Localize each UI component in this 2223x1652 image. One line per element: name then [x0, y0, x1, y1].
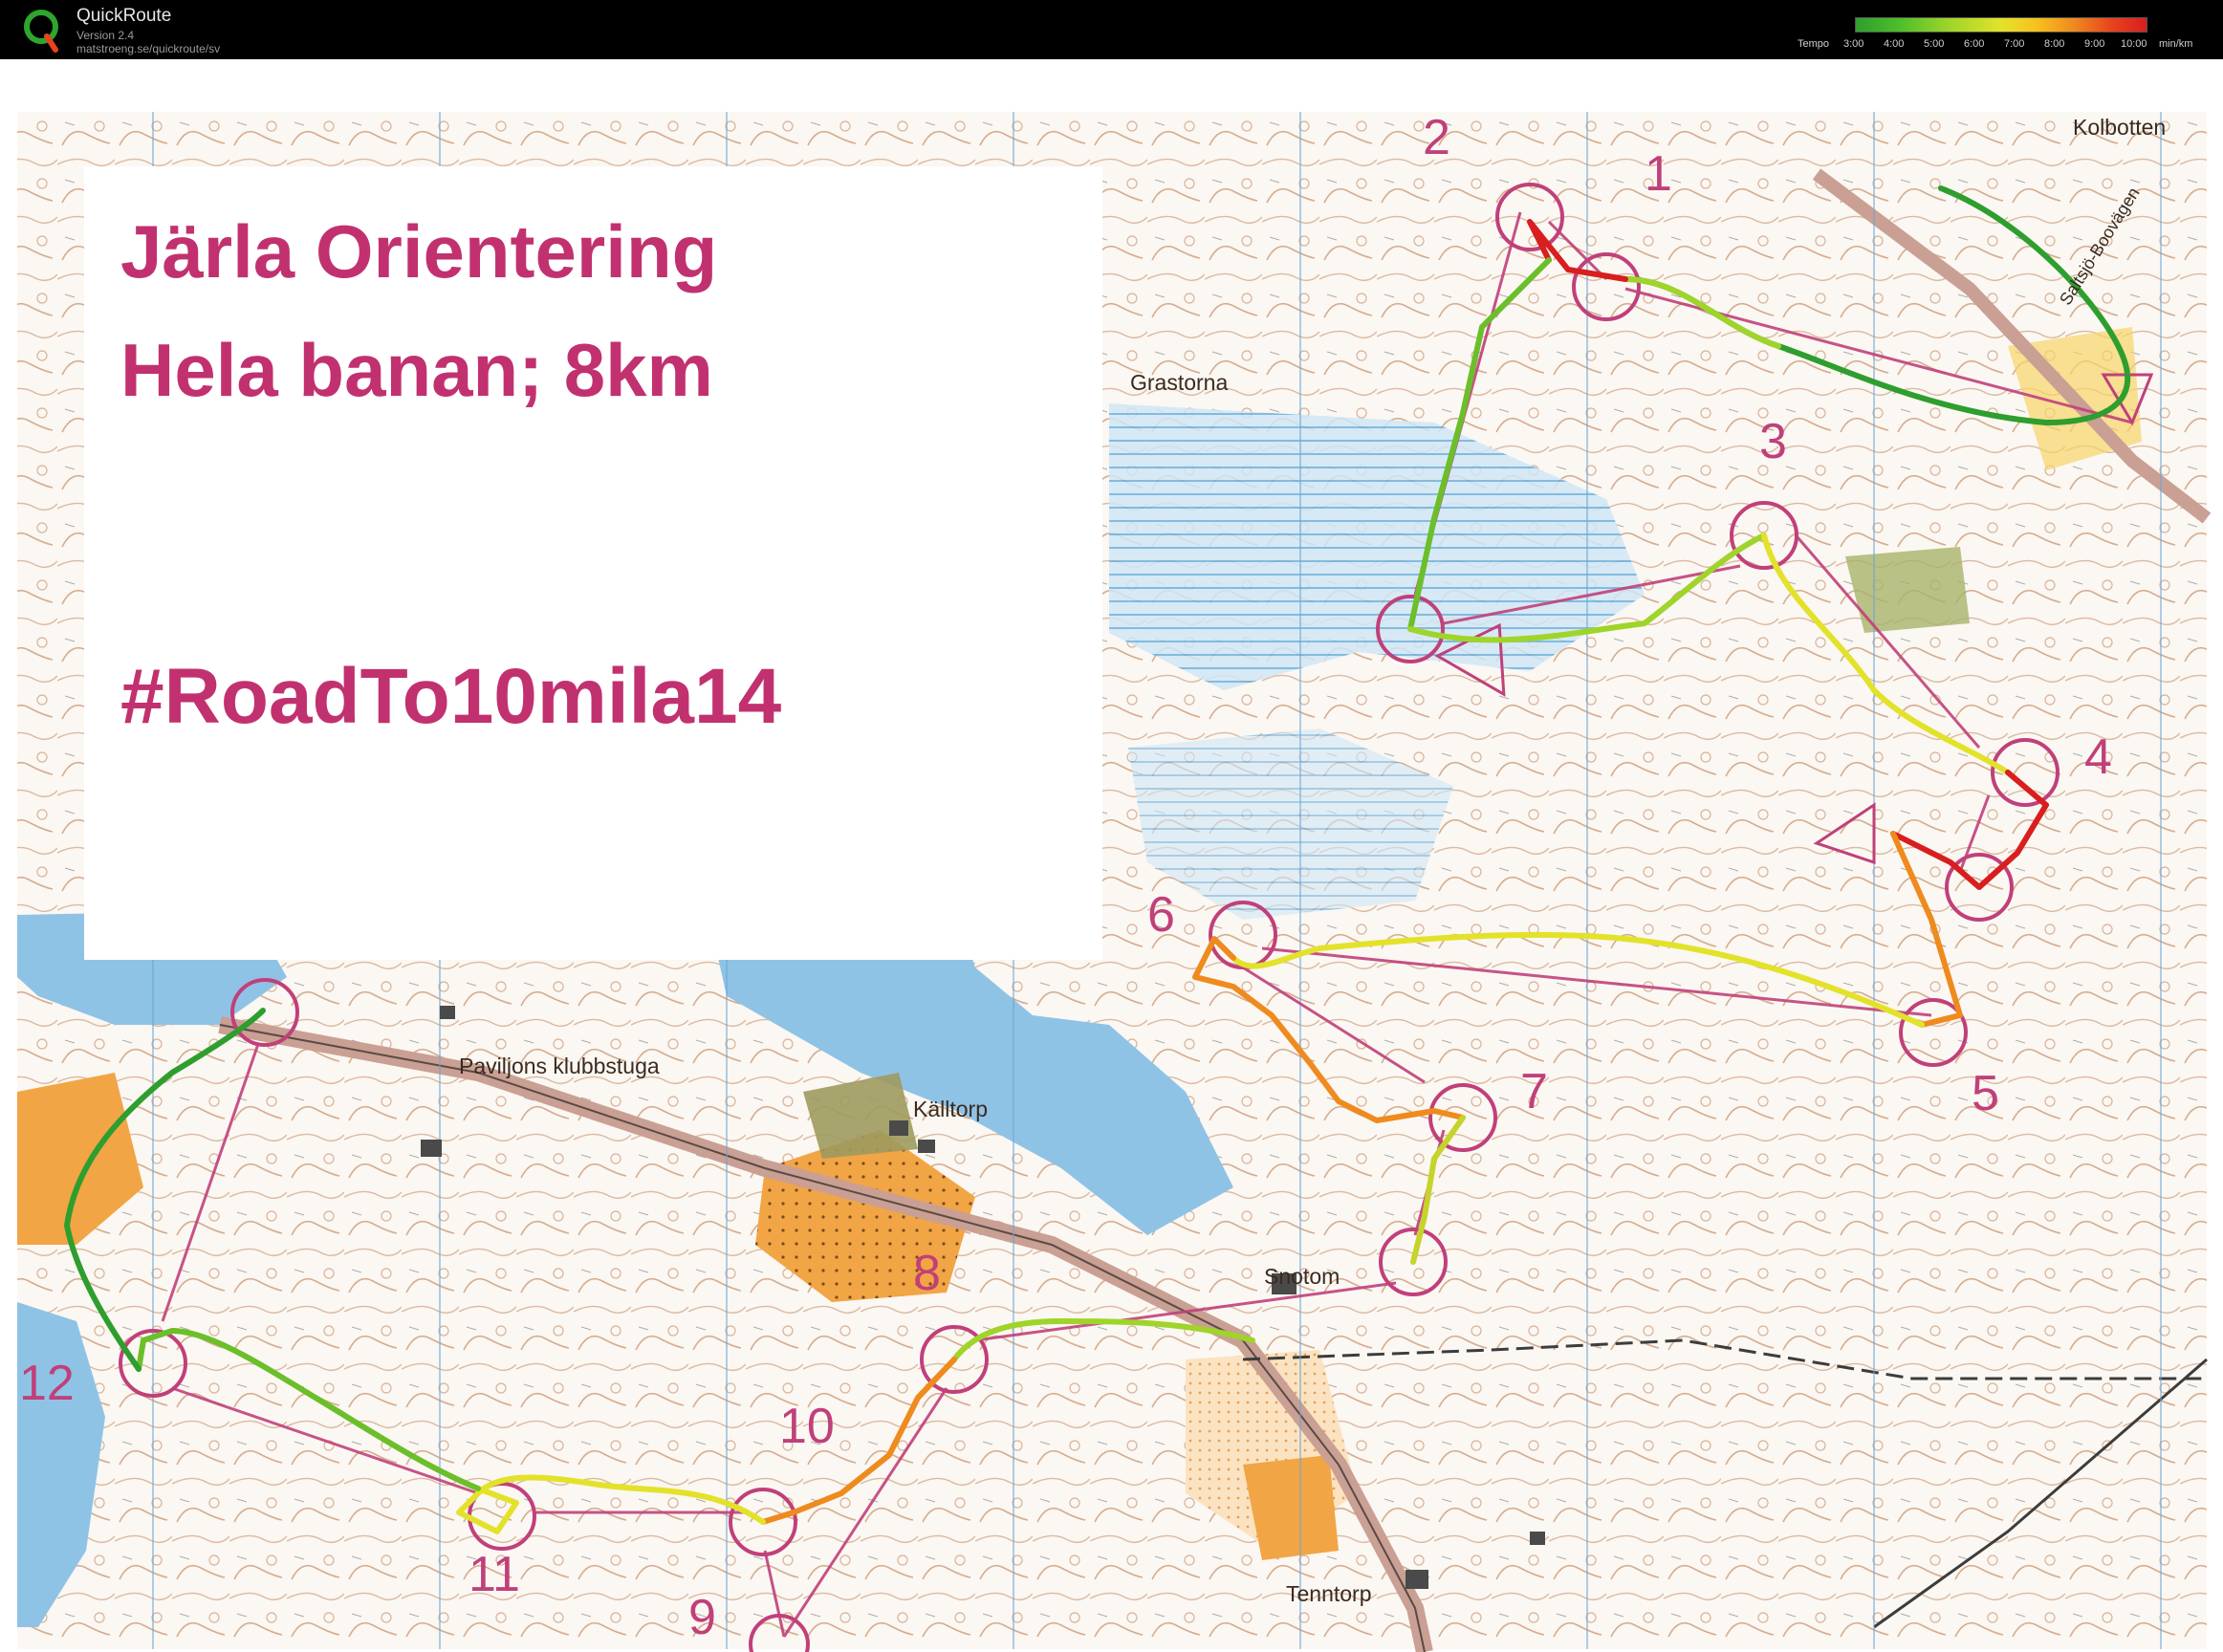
title-club: Järla Orientering	[120, 209, 718, 293]
tempo-tick: 3:00	[1843, 38, 1864, 50]
place-pavilion: Paviljons klubbstuga	[459, 1054, 660, 1078]
tempo-tick: 8:00	[2044, 38, 2065, 50]
place-kalltorp: Källtorp	[913, 1097, 988, 1121]
control-number-1: 1	[1645, 146, 1672, 202]
control-number-3: 3	[1759, 414, 1787, 469]
control-number-9: 9	[688, 1590, 716, 1645]
control-number-12: 12	[19, 1356, 75, 1411]
app-name: QuickRoute	[76, 6, 172, 26]
tempo-tick: 10:00	[2121, 38, 2147, 50]
tempo-tick: 5:00	[1924, 38, 1945, 50]
control-number-7: 7	[1520, 1064, 1548, 1119]
tempo-unit: min/km	[2159, 38, 2193, 50]
green-patch-ne	[1845, 547, 1970, 633]
control-number-5: 5	[1972, 1066, 1999, 1121]
app-url: matstroeng.se/quickroute/sv	[76, 42, 221, 55]
place-kolbotten: Kolbotten	[2073, 115, 2167, 140]
tempo-legend: Tempo 3:00 4:00 5:00 6:00 7:00 8:00 9:00…	[1798, 38, 2218, 54]
map-title-box: Järla Orientering Hela banan; 8km #RoadT…	[84, 166, 1102, 960]
orienteering-map[interactable]: Järla Orientering Hela banan; 8km #RoadT…	[0, 59, 2223, 1652]
tempo-tick: 7:00	[2004, 38, 2025, 50]
control-number-4: 4	[2084, 729, 2112, 785]
control-number-11: 11	[469, 1547, 520, 1602]
tempo-tick: 9:00	[2084, 38, 2105, 50]
place-tenntorp: Tenntorp	[1286, 1581, 1372, 1606]
title-course: Hela banan; 8km	[120, 328, 713, 412]
tempo-color-scale	[1855, 17, 2147, 33]
app-version: Version 2.4	[76, 29, 135, 42]
title-hashtag: #RoadTo10mila14	[120, 653, 782, 740]
control-number-10: 10	[779, 1399, 835, 1454]
control-number-8: 8	[913, 1246, 941, 1301]
tempo-tick: 6:00	[1964, 38, 1985, 50]
tempo-tick: 4:00	[1884, 38, 1905, 50]
app-header: QuickRoute Version 2.4 matstroeng.se/qui…	[0, 0, 2223, 59]
control-number-6: 6	[1147, 887, 1175, 943]
place-grastorna: Grastorna	[1130, 370, 1229, 395]
quickroute-logo-icon	[24, 10, 58, 53]
control-number-2: 2	[1423, 110, 1450, 165]
place-snotom: Snotom	[1264, 1264, 1340, 1289]
tempo-label: Tempo	[1798, 38, 1830, 50]
